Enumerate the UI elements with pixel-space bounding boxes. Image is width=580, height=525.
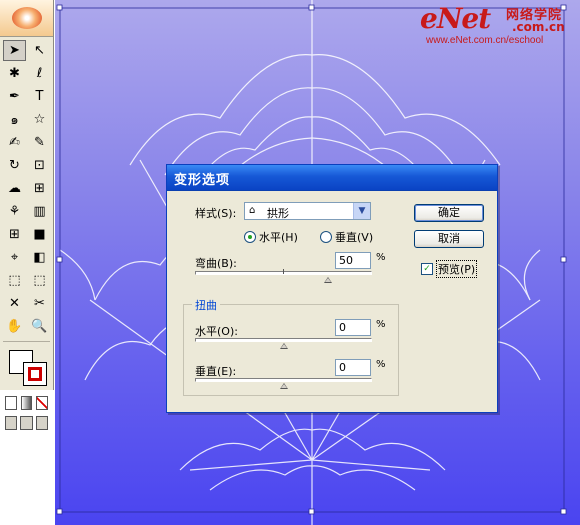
gradient-icon[interactable]: ■ bbox=[28, 224, 51, 245]
full-screen-icon[interactable] bbox=[35, 416, 48, 430]
none-mode-icon[interactable] bbox=[36, 396, 49, 410]
full-screen-menu-icon[interactable] bbox=[20, 416, 33, 430]
cancel-button[interactable]: 取消 bbox=[414, 230, 484, 248]
toolbox-header[interactable] bbox=[0, 0, 53, 37]
lasso-icon[interactable]: ℓ bbox=[28, 63, 51, 84]
pen-icon[interactable]: ✒ bbox=[3, 86, 26, 107]
horizontal-distort-percent-sign: % bbox=[376, 319, 386, 330]
pencil-icon[interactable]: ✎ bbox=[28, 132, 51, 153]
bend-label: 弯曲(B): bbox=[195, 257, 237, 270]
style-dropdown[interactable]: ⌂ 拱形 ▼ bbox=[244, 202, 371, 220]
paintbrush-icon[interactable]: ✍ bbox=[3, 132, 26, 153]
eyedropper-icon[interactable]: ⌖ bbox=[3, 247, 26, 268]
color-swatches bbox=[3, 344, 50, 392]
blend-icon[interactable]: ◧ bbox=[28, 247, 51, 268]
vertical-distort-label: 垂直(E): bbox=[195, 365, 237, 378]
tool-grid: ➤ ↖ ✱ ℓ ✒ T ๑ ☆ ✍ ✎ ↻ ⊡ ☁ ⊞ ⚘ ▥ ⊞ ■ ⌖ ◧ ⬚ ⬚ ✕ ✂ ✋ 🔍 bbox=[0, 37, 53, 340]
free-transform-icon[interactable]: ⊞ bbox=[28, 178, 51, 199]
type-icon[interactable]: T bbox=[28, 86, 51, 107]
vertical-distort-slider-track[interactable] bbox=[195, 378, 372, 382]
slice-icon[interactable]: ✕ bbox=[3, 293, 26, 314]
symbol-sprayer-icon[interactable]: ⚘ bbox=[3, 201, 26, 222]
selection-arrow-icon[interactable]: ➤ bbox=[3, 40, 26, 61]
standard-screen-icon[interactable] bbox=[5, 416, 18, 430]
distortion-group-label: 扭曲 bbox=[192, 297, 220, 313]
radio-button-selected[interactable] bbox=[244, 231, 256, 243]
style-label: 样式(S): bbox=[195, 207, 237, 220]
toolbox-divider bbox=[3, 341, 50, 342]
live-paint-icon[interactable]: ⬚ bbox=[3, 270, 26, 291]
toolbox: ➤ ↖ ✱ ℓ ✒ T ๑ ☆ ✍ ✎ ↻ ⊡ ☁ ⊞ ⚘ ▥ ⊞ ■ ⌖ ◧ ⬚ ⬚ ✕ ✂ ✋ 🔍 bbox=[0, 0, 54, 430]
vertical-distort-input[interactable]: 0 bbox=[335, 359, 371, 376]
arc-style-icon: ⌂ bbox=[249, 205, 256, 216]
vertical-distort-slider-thumb[interactable] bbox=[279, 383, 288, 389]
horizontal-distort-slider-track[interactable] bbox=[195, 338, 372, 342]
chevron-down-icon[interactable]: ▼ bbox=[353, 203, 370, 219]
color-mode-icon[interactable] bbox=[5, 396, 17, 410]
app-logo-icon bbox=[11, 7, 42, 29]
scale-icon[interactable]: ⊡ bbox=[28, 155, 51, 176]
horizontal-distort-input[interactable]: 0 bbox=[335, 319, 371, 336]
preview-checkbox-box[interactable]: ✓ bbox=[421, 263, 433, 275]
ok-button[interactable]: 确定 bbox=[414, 204, 484, 222]
warp-options-dialog: 变形选项 样式(S): ⌂ 拱形 ▼ 水平(H) 垂直(V) 弯曲(B): 50… bbox=[166, 164, 498, 413]
zoom-icon[interactable]: 🔍 bbox=[28, 316, 51, 337]
horizontal-distort-slider-thumb[interactable] bbox=[279, 343, 288, 349]
bend-value-input[interactable]: 50 bbox=[335, 252, 371, 269]
distortion-group bbox=[183, 304, 399, 396]
horizontal-radio[interactable]: 水平(H) bbox=[244, 229, 298, 245]
star-icon[interactable]: ☆ bbox=[28, 109, 51, 130]
dialog-titlebar[interactable]: 变形选项 bbox=[167, 165, 497, 191]
gradient-mode-icon[interactable] bbox=[20, 396, 33, 410]
bend-slider-center-tick bbox=[283, 269, 284, 274]
watermark-brand: eNet bbox=[420, 2, 491, 35]
magic-wand-icon[interactable]: ✱ bbox=[3, 63, 26, 84]
horizontal-radio-label: 水平(H) bbox=[259, 231, 298, 244]
scissors-icon[interactable]: ✂ bbox=[28, 293, 51, 314]
bend-percent-sign: % bbox=[376, 252, 386, 263]
radio-button[interactable] bbox=[320, 231, 332, 243]
direct-select-icon[interactable]: ↖ bbox=[28, 40, 51, 61]
enet-watermark: eNet 网络学院 .com.cn www.eNet.com.cn/eschoo… bbox=[420, 2, 580, 50]
style-value: 拱形 bbox=[267, 207, 289, 220]
preview-checkbox[interactable]: ✓ 预览(P) bbox=[421, 260, 478, 278]
live-paint-select-icon[interactable]: ⬚ bbox=[28, 270, 51, 291]
mesh-icon[interactable]: ⊞ bbox=[3, 224, 26, 245]
rotate-icon[interactable]: ↻ bbox=[3, 155, 26, 176]
color-mode-row bbox=[0, 394, 53, 412]
vertical-radio[interactable]: 垂直(V) bbox=[320, 229, 373, 245]
graph-icon[interactable]: ▥ bbox=[28, 201, 51, 222]
screen-mode-row bbox=[0, 412, 53, 434]
hand-icon[interactable]: ✋ bbox=[3, 316, 26, 337]
dialog-title: 变形选项 bbox=[174, 173, 231, 188]
preview-checkbox-label: 预览(P) bbox=[436, 260, 478, 278]
stroke-color-swatch[interactable] bbox=[23, 362, 47, 386]
watermark-domain: .com.cn bbox=[512, 20, 565, 34]
vertical-radio-label: 垂直(V) bbox=[335, 231, 374, 244]
bend-slider-thumb[interactable] bbox=[323, 277, 332, 283]
vertical-distort-percent-sign: % bbox=[376, 359, 386, 370]
watermark-url: www.eNet.com.cn/eschool bbox=[426, 35, 544, 46]
horizontal-distort-label: 水平(O): bbox=[195, 325, 238, 338]
spiral-icon[interactable]: ๑ bbox=[3, 109, 26, 130]
warp-icon[interactable]: ☁ bbox=[3, 178, 26, 199]
